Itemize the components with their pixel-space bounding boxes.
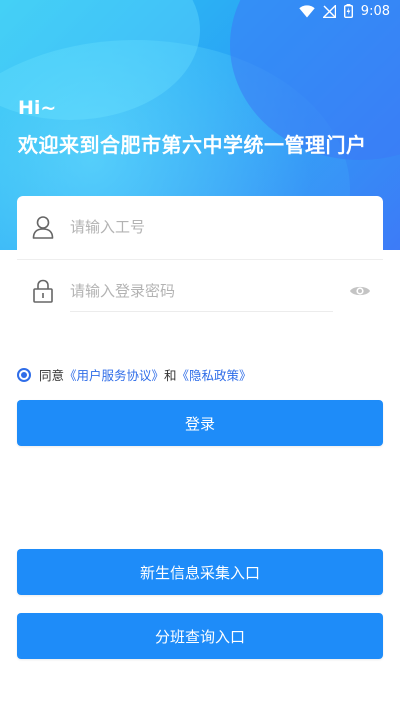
agreement-row: 同意 《用户服务协议》 和 《隐私政策》 [17,365,252,384]
password-field [17,260,383,322]
class-query-entry-button[interactable]: 分班查询入口 [17,613,383,659]
agree-conjunction: 和 [164,368,177,383]
user-agreement-link[interactable]: 《用户服务协议》 [64,365,164,384]
eye-icon[interactable] [349,280,371,302]
new-student-entry-button[interactable]: 新生信息采集入口 [17,549,383,595]
privacy-policy-link[interactable]: 《隐私政策》 [177,365,252,384]
greeting-text: Hi~ [18,97,57,119]
wifi-icon [299,4,315,18]
status-time: 9:08 [360,3,390,19]
lock-icon [31,279,55,303]
username-input[interactable] [70,212,333,242]
agree-prefix: 同意 [39,368,65,383]
password-input[interactable] [70,276,333,306]
username-field [17,196,383,258]
status-bar: 9:08 [0,0,400,22]
login-button[interactable]: 登录 [17,400,383,446]
page-title: 欢迎来到合肥市第六中学统一管理门户 [18,133,367,157]
login-card [17,196,383,326]
battery-icon [343,4,353,18]
no-signal-icon [322,4,336,18]
user-icon [31,215,55,239]
agree-radio[interactable] [17,367,31,382]
input-underline [70,311,333,312]
